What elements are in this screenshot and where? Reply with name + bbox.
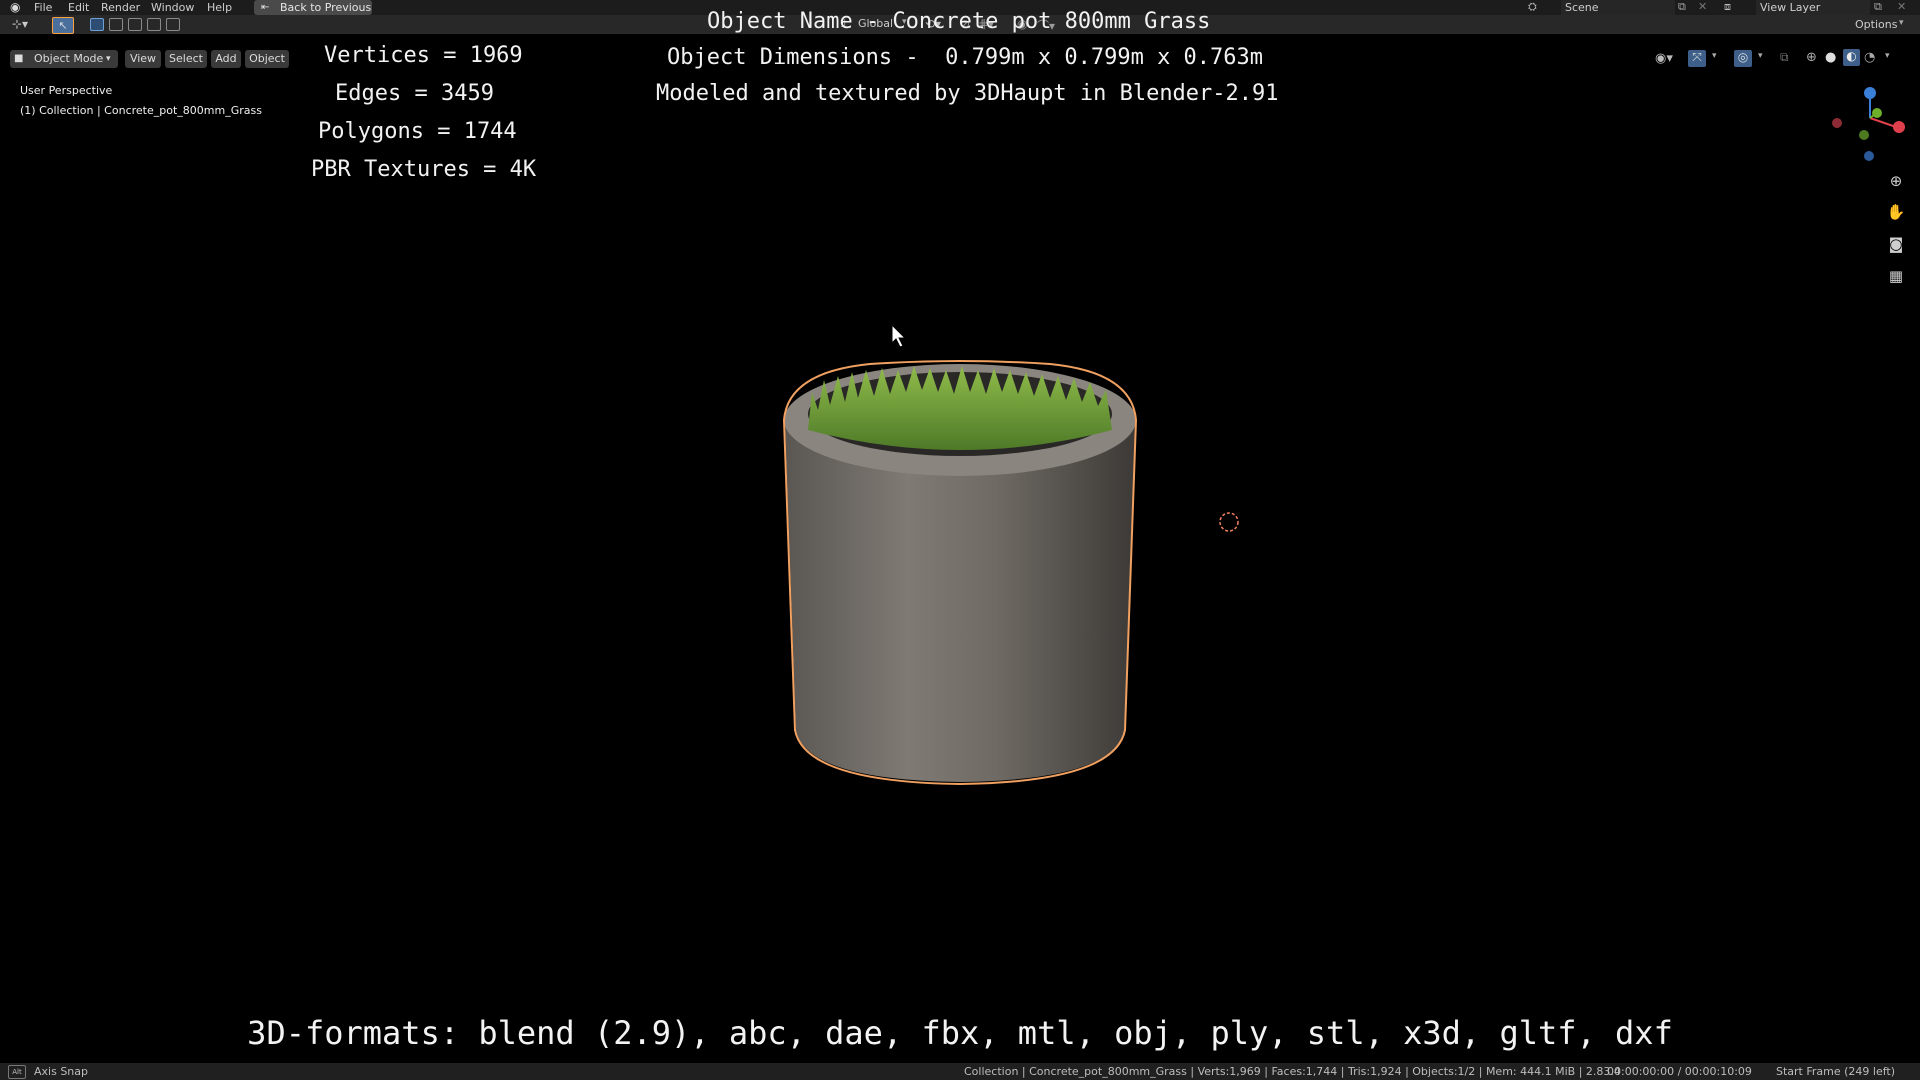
gizmo-x-axis[interactable] [1893, 121, 1905, 133]
gizmo-neg-y-axis[interactable] [1859, 130, 1869, 140]
gizmo-y-axis[interactable] [1872, 108, 1882, 118]
formats-label: 3D-formats: blend (2.9), abc, dae, fbx, … [247, 1014, 1673, 1052]
gizmo-neg-x-axis[interactable] [1832, 118, 1842, 128]
perspective-toggle-icon[interactable]: ▦ [1885, 265, 1907, 287]
camera-view-icon[interactable]: ◙ [1885, 233, 1907, 255]
mouse-cursor-icon [891, 323, 907, 348]
gizmo-z-axis[interactable] [1864, 87, 1876, 99]
alt-key-icon: Alt [8, 1065, 26, 1079]
status-bar: Alt Axis Snap Collection | Concrete_pot_… [0, 1063, 1920, 1080]
zoom-icon[interactable]: ⊕ [1885, 170, 1907, 192]
concrete-pot-object[interactable] [782, 360, 1138, 786]
axis-snap-label: Axis Snap [34, 1065, 88, 1078]
navigation-gizmo[interactable] [1832, 87, 1905, 161]
viewport-scene[interactable] [0, 0, 1920, 1080]
gizmo-neg-z-axis[interactable] [1864, 151, 1874, 161]
pan-hand-icon[interactable]: ✋ [1885, 201, 1907, 223]
scene-statistics: Collection | Concrete_pot_800mm_Grass | … [964, 1065, 1621, 1078]
start-frame-label: Start Frame (249 left) [1776, 1065, 1896, 1078]
timeline-time: 00:00:00:00 / 00:00:10:09 [1607, 1065, 1752, 1078]
light-object-icon[interactable] [1219, 512, 1239, 532]
